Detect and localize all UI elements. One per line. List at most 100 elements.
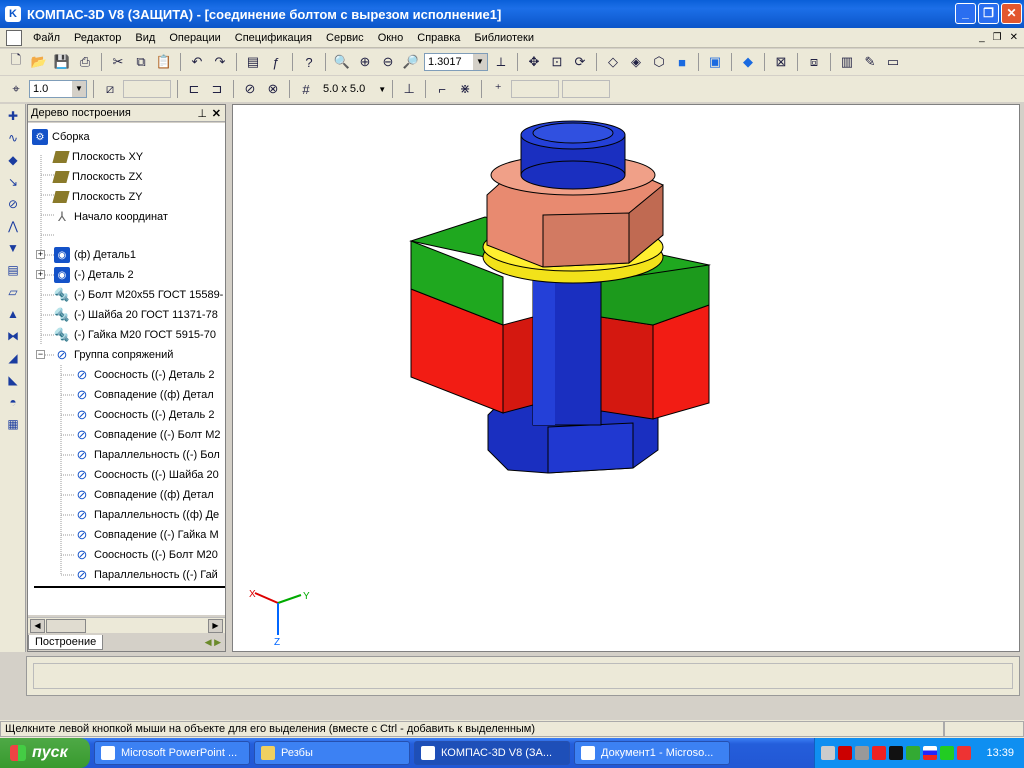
components-icon[interactable]: ⧈ xyxy=(804,52,824,72)
tray-monitor-icon[interactable] xyxy=(889,746,903,760)
layer-combo[interactable] xyxy=(123,80,171,98)
tray-collapse-icon[interactable] xyxy=(821,746,835,760)
tree-node-nut[interactable]: 🔩 (-) Гайка М20 ГОСТ 5915-70 xyxy=(54,326,216,344)
tree-node-mate[interactable]: ⊘ Соосность ((-) Деталь 2 xyxy=(74,406,215,424)
restore-button[interactable]: ❐ xyxy=(978,3,999,24)
menu-view[interactable]: Вид xyxy=(128,32,162,44)
menu-help[interactable]: Справка xyxy=(410,32,467,44)
fillet-icon[interactable]: ◢ xyxy=(2,348,24,368)
layer-icon[interactable]: ⧄ xyxy=(100,79,120,99)
zoom-window-icon[interactable]: 🔍 xyxy=(332,52,352,72)
snap-active-icon[interactable]: ⋇ xyxy=(455,79,475,99)
measure-icon[interactable]: ⋀ xyxy=(2,216,24,236)
cut-icon[interactable]: ✂ xyxy=(108,52,128,72)
edit-assembly-icon[interactable]: ✚ xyxy=(2,106,24,126)
variables-icon[interactable]: ƒ xyxy=(266,52,286,72)
grid-dropdown-icon[interactable]: ▼ xyxy=(378,85,386,94)
close-button[interactable]: ✕ xyxy=(1001,3,1022,24)
tree-node-mates-group[interactable]: ⊘ Группа сопряжений xyxy=(54,346,174,364)
array-icon[interactable]: ▦ xyxy=(2,414,24,434)
expand-icon[interactable]: + xyxy=(36,250,45,259)
tree-node-washer[interactable]: 🔩 (-) Шайба 20 ГОСТ 11371-78 xyxy=(54,306,218,324)
close-icon[interactable]: ✕ xyxy=(212,107,221,120)
edit-icon[interactable]: ✎ xyxy=(860,52,880,72)
tree-node-mate[interactable]: ⊘ Соосность ((-) Болт М20 xyxy=(74,546,218,564)
properties-icon[interactable]: ▭ xyxy=(883,52,903,72)
library-icon[interactable]: ▥ xyxy=(837,52,857,72)
start-button[interactable]: пуск xyxy=(0,738,90,768)
shaded-edges-icon[interactable]: ▣ xyxy=(705,52,725,72)
tray-green-icon[interactable] xyxy=(906,746,920,760)
zoom-scale-icon[interactable]: 🔎 xyxy=(401,52,421,72)
rotate-icon[interactable]: ⟳ xyxy=(570,52,590,72)
select-filter-icon[interactable]: ⊠ xyxy=(771,52,791,72)
surfaces-icon[interactable]: ◆ xyxy=(2,150,24,170)
taskbar-item-kompas[interactable]: КОМПАС-3D V8 (ЗА... xyxy=(414,741,570,765)
local-cs-icon[interactable]: ⊏ xyxy=(184,79,204,99)
tree-node-mate[interactable]: ⊘ Совпадение ((-) Гайка М xyxy=(74,526,219,544)
pin-icon[interactable]: ⊥ xyxy=(197,107,207,120)
scroll-left-icon[interactable]: ◀ xyxy=(30,619,45,633)
tree-node-mate[interactable]: ⊘ Соосность ((-) Деталь 2 xyxy=(74,366,215,384)
tab-nav-arrows-icon[interactable]: ◀ ▶ xyxy=(205,637,221,648)
auxiliary-geometry-icon[interactable]: ↘ xyxy=(2,172,24,192)
filter-icon[interactable]: ▼ xyxy=(2,238,24,258)
tree-node-mate[interactable]: ⊘ Параллельность ((-) Бол xyxy=(74,446,220,464)
manager-icon[interactable]: ▤ xyxy=(243,52,263,72)
line-width-combo[interactable]: 1.0 ▼ xyxy=(29,80,87,98)
save-icon[interactable]: 💾 xyxy=(52,52,72,72)
redo-icon[interactable]: ↷ xyxy=(210,52,230,72)
menu-window[interactable]: Окно xyxy=(371,32,411,44)
perspective-icon[interactable]: ◆ xyxy=(738,52,758,72)
red-plate-right[interactable] xyxy=(600,316,654,420)
tree-node-plane-zy[interactable]: Плоскость ZY xyxy=(52,188,143,206)
tree-node-mate[interactable]: ⊘ Совпадение ((ф) Детал xyxy=(74,486,214,504)
tree-node-mate[interactable]: ⊘ Совпадение ((ф) Детал xyxy=(74,386,214,404)
menu-service[interactable]: Сервис xyxy=(319,32,371,44)
assembly-3d-model[interactable]: X Y Z xyxy=(233,105,1021,653)
doc-close-icon[interactable]: ✕ xyxy=(1010,32,1018,43)
coord-x-field[interactable] xyxy=(511,80,560,98)
zoom-out-icon[interactable]: ⊖ xyxy=(378,52,398,72)
tree-node-plane-xy[interactable]: Плоскость XY xyxy=(52,148,143,166)
doc-minimize-icon[interactable]: _ xyxy=(979,32,985,43)
yandex-icon[interactable] xyxy=(872,746,886,760)
print-icon[interactable]: ⎙ xyxy=(75,52,95,72)
model-viewport[interactable]: X Y Z xyxy=(232,104,1020,652)
network-icon[interactable] xyxy=(940,746,954,760)
copy-icon[interactable]: ⧉ xyxy=(131,52,151,72)
snap-link-icon[interactable]: ⊗ xyxy=(263,79,283,99)
new-document-icon[interactable]: 🗋 xyxy=(6,52,26,72)
expand-icon[interactable]: + xyxy=(36,270,45,279)
spatial-curves-icon[interactable]: ∿ xyxy=(2,128,24,148)
chamfer-icon[interactable]: ◣ xyxy=(2,370,24,390)
zoom-combo[interactable]: 1.3017 ▼ xyxy=(424,53,488,71)
tree-node-part1[interactable]: ◉ (ф) Деталь1 xyxy=(54,246,136,264)
wireframe-icon[interactable]: ◇ xyxy=(603,52,623,72)
tree-node-mate[interactable]: ⊘ Параллельность ((ф) Де xyxy=(74,506,220,524)
tree-node-bolt[interactable]: 🔩 (-) Болт М20х55 ГОСТ 15589- xyxy=(54,286,223,304)
orientation-icon[interactable]: ⟂ xyxy=(491,52,511,72)
security-icon[interactable] xyxy=(957,746,971,760)
menu-editor[interactable]: Редактор xyxy=(67,32,128,44)
snap-point-icon[interactable]: ⌖ xyxy=(6,79,26,99)
coordinates-icon[interactable]: ⁺ xyxy=(488,79,508,99)
chevron-down-icon[interactable]: ▼ xyxy=(473,54,487,70)
tree-node-assembly[interactable]: ⚙ Сборка xyxy=(32,128,90,146)
tree-node-plane-zx[interactable]: Плоскость ZX xyxy=(52,168,143,186)
chevron-down-icon[interactable]: ▼ xyxy=(72,81,86,97)
paste-icon[interactable]: 📋 xyxy=(154,52,174,72)
hidden-thin-icon[interactable]: ⬡ xyxy=(649,52,669,72)
pan-icon[interactable]: ✥ xyxy=(524,52,544,72)
menu-file[interactable]: Файл xyxy=(26,32,67,44)
shell-icon[interactable]: ◓ xyxy=(2,392,24,412)
collapse-icon[interactable]: − xyxy=(36,350,45,359)
extrude-icon[interactable]: ▲ xyxy=(2,304,24,324)
hidden-lines-icon[interactable]: ◈ xyxy=(626,52,646,72)
tree-horizontal-scrollbar[interactable]: ◀ ▶ xyxy=(28,617,225,633)
tree-node-mate[interactable]: ⊘ Параллельность ((-) Гай xyxy=(74,566,218,584)
ortho-icon[interactable]: ⊐ xyxy=(207,79,227,99)
scroll-right-icon[interactable]: ▶ xyxy=(208,619,223,633)
doc-restore-icon[interactable]: ❐ xyxy=(993,32,1002,43)
coord-y-field[interactable] xyxy=(562,80,611,98)
